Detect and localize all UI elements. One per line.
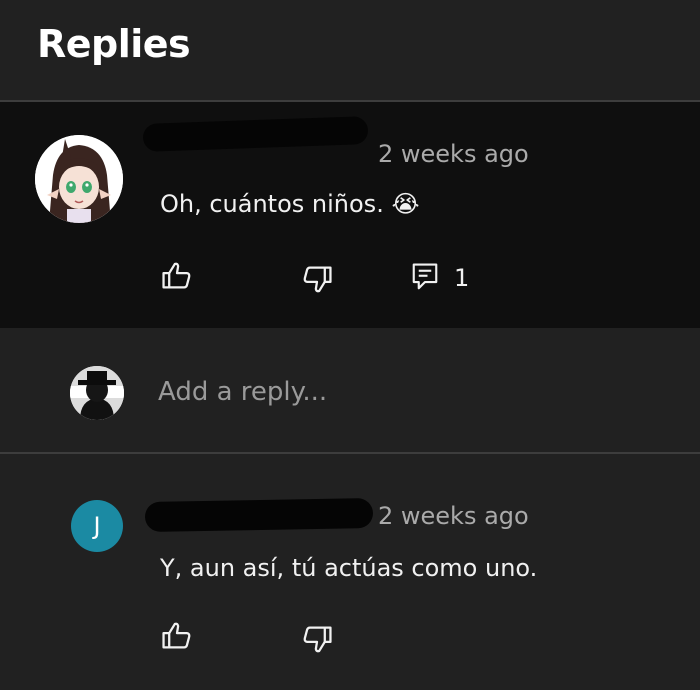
reply-input[interactable] [158,372,658,412]
thumbs-down-icon [303,266,332,293]
dislike-button[interactable] [300,622,334,656]
comment-text: Oh, cuántos niños. 😭 [160,190,420,218]
user-avatar [70,366,124,420]
comment-timestamp: 2 weeks ago [378,502,529,530]
comment-text: Y, aun así, tú actúas como uno. [160,554,538,582]
like-button[interactable] [160,259,194,293]
avatar[interactable] [35,135,123,223]
author-name-redacted [142,116,369,152]
thumbs-up-icon [162,262,191,289]
replies-button[interactable] [410,260,444,294]
thumbs-up-icon [162,622,191,649]
reply-comment: J 2 weeks ago Y, aun así, tú actúas como… [0,454,700,690]
thumbs-down-icon [303,626,332,653]
add-reply-row [0,328,700,454]
avatar[interactable]: J [71,500,123,552]
like-button[interactable] [160,619,194,653]
reply-count[interactable]: 1 [454,264,469,292]
replies-header: Replies [0,0,700,102]
main-comment: 2 weeks ago Oh, cuántos niños. 😭 1 [0,102,700,328]
page-title: Replies [37,22,191,66]
dislike-button[interactable] [300,262,334,296]
author-name-redacted [144,498,374,532]
comment-icon [412,263,438,290]
comment-timestamp: 2 weeks ago [378,140,529,168]
